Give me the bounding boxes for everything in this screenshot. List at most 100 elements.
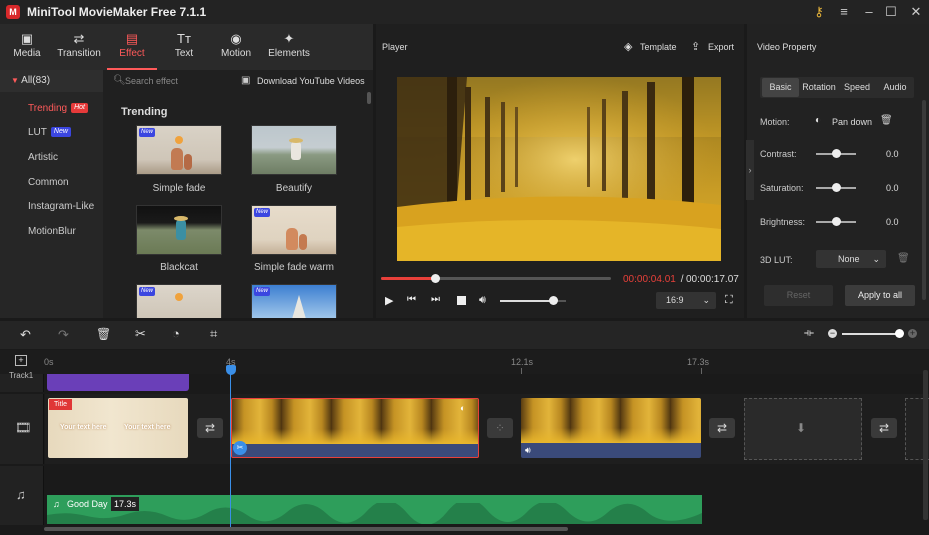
audio-name: Good Day [67,499,108,509]
crop-icon[interactable]: ⌗ [210,326,217,342]
transition-icon: ⇄ [73,31,85,46]
fullscreen-icon[interactable]: ⛶ [725,294,733,307]
tab-effect[interactable]: ▤ Effect [107,24,157,70]
stop-icon[interactable] [457,296,466,305]
add-track-icon[interactable]: + [15,355,27,366]
aspect-select[interactable]: 16:9 ⌄ [656,292,716,309]
volume-icon[interactable]: 🔊︎ [479,294,486,307]
redo-icon[interactable]: ↷ [58,327,69,343]
title-clip[interactable]: Title Your text here Your text here [48,398,188,458]
text-track-clip[interactable] [47,374,189,391]
video-clip-2[interactable]: 🔊︎ [521,398,701,458]
tab-basic[interactable]: Basic [762,78,799,97]
timeline-v-scrollbar[interactable] [923,370,928,520]
drop-icon: ⬇ [796,421,807,435]
fit-icon[interactable]: ⟛ [804,327,814,340]
split-marker-icon[interactable]: ✂ [233,441,247,455]
tab-elements[interactable]: ✦ Elements [264,24,314,70]
lut-select[interactable]: None ⌄ [816,250,886,268]
playhead-handle[interactable] [226,365,236,375]
effect-thumb-simple-fade-warm[interactable]: New [251,205,337,255]
empty-drop-slot[interactable]: ⬇ [744,398,862,460]
effect-thumb-partial-2[interactable]: New [251,284,337,318]
pan-icon: ◐ [815,115,822,126]
speed-icon[interactable]: ◔ [172,326,180,341]
search-input[interactable]: Search effect [125,76,225,86]
category-all[interactable]: ▼ All(83) [0,70,103,92]
category-instagram-like[interactable]: Instagram-Like [0,195,103,219]
volume-handle[interactable] [548,296,558,305]
key-icon[interactable]: ⚷ [809,3,829,21]
previous-frame-icon[interactable]: ⏮ [407,294,416,305]
tab-media[interactable]: ▣ Media [2,24,52,70]
library-scrollbar[interactable] [367,92,371,104]
trash-icon[interactable]: 🗑︎ [880,115,893,126]
category-trending[interactable]: Trending Hot [0,97,103,121]
hat-shape [174,216,188,221]
lut-trash-icon[interactable]: 🗑︎ [897,253,910,264]
audio-clip[interactable]: ♫ Good Day 17.3s [47,495,702,524]
video-clip-selected[interactable]: ◐ [231,398,479,458]
next-frame-icon[interactable]: ⏭ [431,294,440,305]
saturation-handle[interactable] [832,183,841,192]
player-progress-handle[interactable] [431,274,441,283]
timeline-ruler[interactable] [0,350,929,374]
effect-thumb-partial-1[interactable]: New [136,284,222,318]
delete-icon[interactable]: 🗑︎ [96,327,111,341]
minimize-button[interactable]: – [859,3,879,21]
contrast-handle[interactable] [832,149,841,158]
transition-slot-1[interactable]: ⇄ [197,418,223,438]
transition-slot-4[interactable]: ⇄ [871,418,897,438]
undo-icon[interactable]: ↶ [20,327,31,343]
playhead-line[interactable] [230,366,231,530]
music-note-icon: ♫ [16,487,26,502]
chevron-down-icon: ⌄ [702,295,710,305]
category-common[interactable]: Common [0,171,103,195]
collapse-panel-button[interactable]: › [746,140,754,200]
tab-speed[interactable]: Speed [838,78,876,97]
effects-heading: Trending [121,106,168,118]
vase-shape [299,234,307,250]
brightness-handle[interactable] [832,217,841,226]
zoom-in-icon[interactable]: + [908,329,917,338]
transition-slot-3[interactable]: ⇄ [709,418,735,438]
zoom-out-icon[interactable]: − [828,329,837,338]
hat-shape [289,138,303,143]
new-tag: New [139,128,156,137]
property-scrollbar[interactable] [922,100,926,300]
effect-thumb-blackcat[interactable] [136,205,222,255]
download-youtube-link[interactable]: Download YouTube Videos [257,76,365,86]
transition-slot-2[interactable]: ⁘ [487,418,513,438]
effect-label-simple-fade-warm: Simple fade warm [253,262,335,273]
template-button[interactable]: Template [640,42,677,52]
tab-motion[interactable]: ◉ Motion [211,24,261,70]
play-icon[interactable]: ▶ [385,294,393,307]
close-button[interactable]: ✕ [906,3,926,21]
effect-thumb-simple-fade[interactable]: New [136,125,222,175]
apply-to-all-button[interactable]: Apply to all [845,285,915,306]
zoom-slider[interactable] [842,333,900,335]
category-lut[interactable]: LUT New [0,121,103,145]
effect-thumb-beautify[interactable] [251,125,337,175]
export-button[interactable]: Export [708,42,734,52]
motion-badge-icon: ◐ [460,403,466,413]
tab-text-label: Text [174,48,194,59]
player-title: Player [382,42,408,52]
reset-button[interactable]: Reset [764,285,833,306]
split-icon[interactable]: ✂ [135,326,146,342]
tab-audio[interactable]: Audio [876,78,914,97]
tab-text[interactable]: Tт Text [159,24,209,70]
timeline-h-scrollbar[interactable] [44,527,568,531]
maximize-button[interactable]: ☐ [881,3,901,21]
category-common-label: Common [28,177,69,188]
zoom-handle[interactable] [895,329,904,338]
title-text-2: Your text here [124,424,171,431]
tab-rotation[interactable]: Rotation [800,78,838,97]
menu-icon[interactable]: ≡ [834,3,854,21]
tab-media-label: Media [13,48,41,59]
tab-transition[interactable]: ⇄ Transition [54,24,104,70]
player-progress-track[interactable] [381,277,611,280]
category-motionblur[interactable]: MotionBlur [0,220,103,244]
category-artistic[interactable]: Artistic [0,146,103,170]
video-preview[interactable] [397,77,721,261]
